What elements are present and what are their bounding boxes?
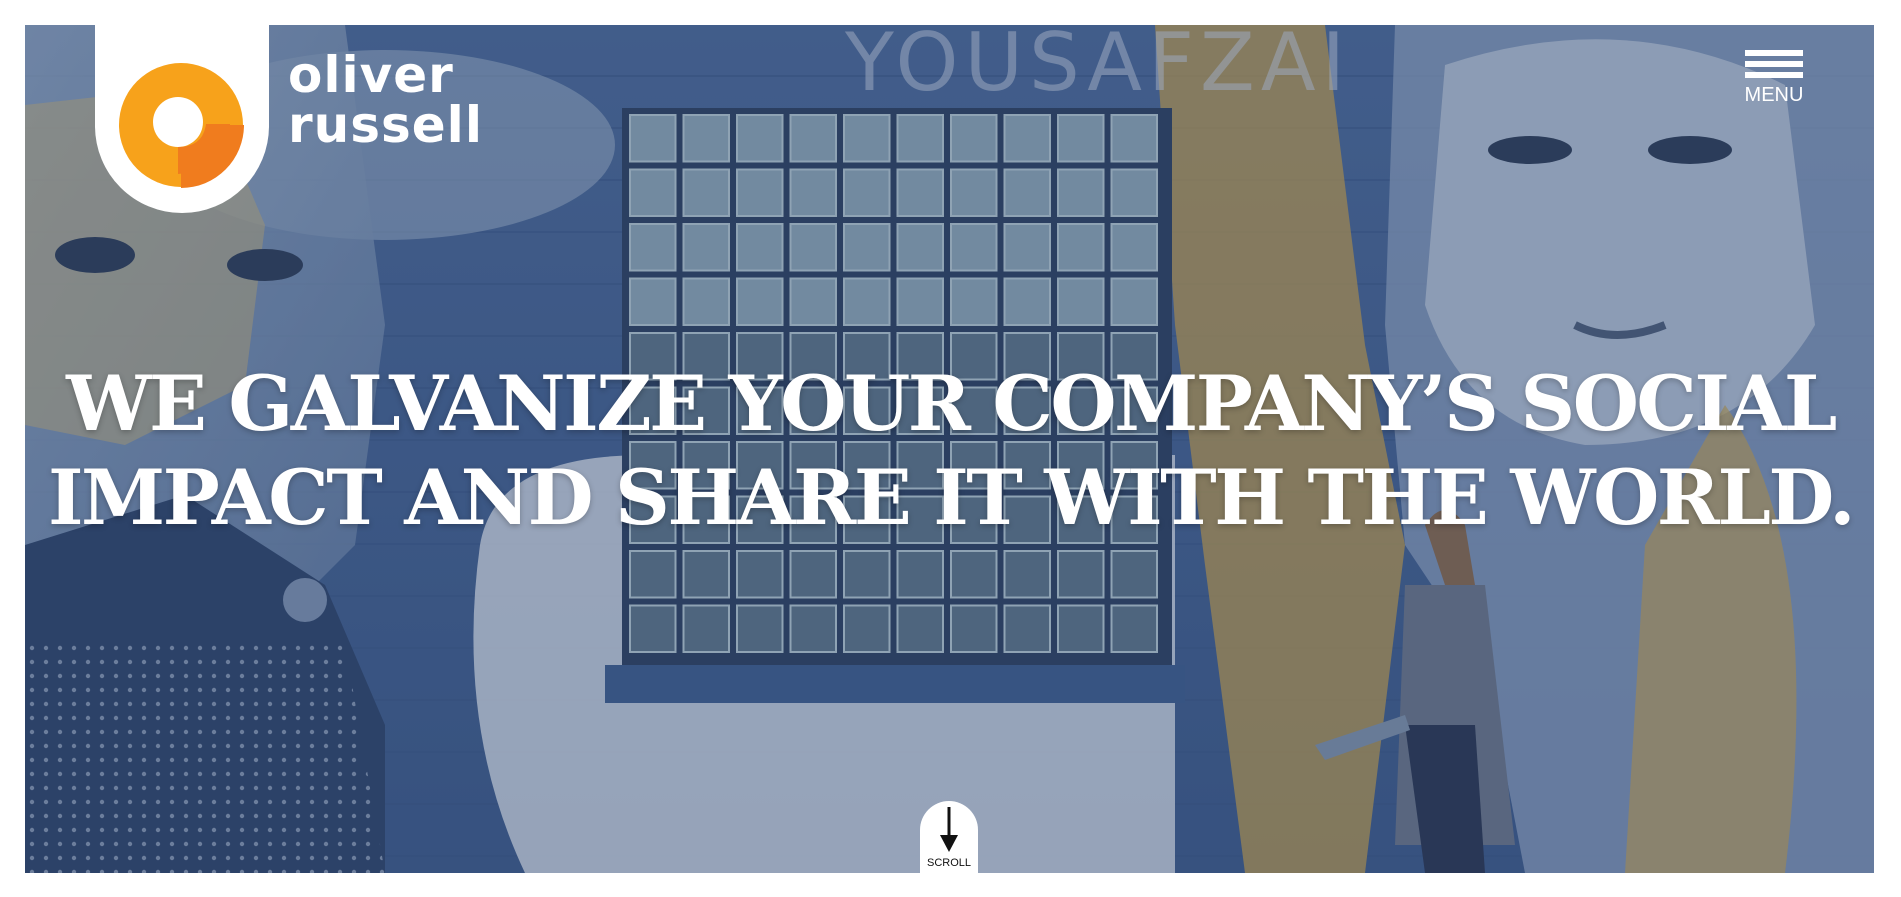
brand-name-line2: russell: [288, 96, 483, 154]
arrow-down-icon: [940, 807, 958, 852]
hamburger-icon-bar-3: [1745, 72, 1803, 78]
hamburger-icon: [1745, 50, 1803, 56]
oliver-russell-logo-icon[interactable]: [118, 62, 244, 188]
hero-headline: WE GALVANIZE YOUR COMPANY’S SOCIAL IMPAC…: [0, 357, 1901, 545]
hero-headline-line2: IMPACT AND SHARE IT WITH THE WORLD.: [47, 453, 1856, 542]
menu-button[interactable]: MENU: [1744, 50, 1804, 106]
scroll-label: SCROLL: [926, 857, 972, 869]
hamburger-icon-bar-2: [1745, 61, 1803, 67]
brand-name-line1: oliver: [288, 46, 454, 104]
scroll-button[interactable]: SCROLL: [920, 801, 978, 873]
page: YOUSAFZAI oliver russell MENU WE GALVANI…: [0, 0, 1901, 897]
brand-wordmark[interactable]: oliver russell: [288, 50, 483, 150]
hero-headline-line1: WE GALVANIZE YOUR COMPANY’S SOCIAL: [66, 359, 1837, 448]
menu-label: MENU: [1744, 84, 1804, 106]
